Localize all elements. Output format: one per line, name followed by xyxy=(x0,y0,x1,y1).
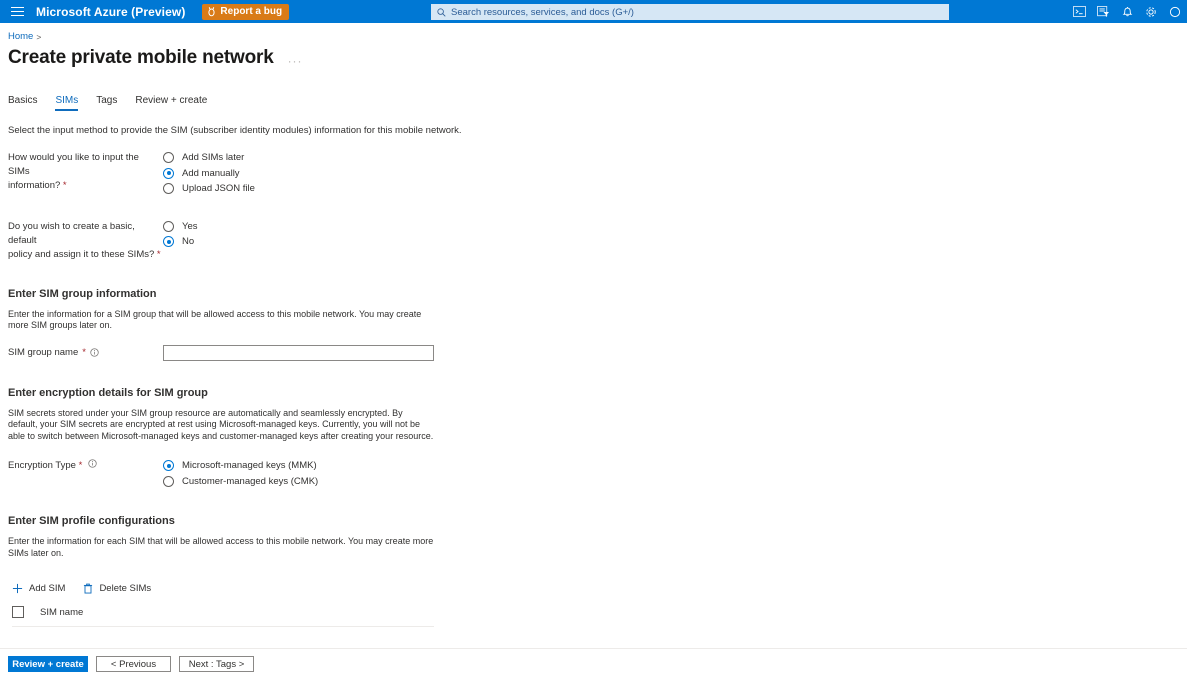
next-tags-button[interactable]: Next : Tags > xyxy=(179,656,254,672)
radio-label: Add SIMs later xyxy=(182,152,245,164)
radio-icon[interactable] xyxy=(163,152,174,164)
page-title: Create private mobile network xyxy=(8,47,274,68)
select-all-checkbox[interactable] xyxy=(12,606,24,618)
required-asterisk: * xyxy=(78,460,83,471)
radio-icon[interactable] xyxy=(163,183,174,195)
tab-sims[interactable]: SIMs xyxy=(46,95,87,111)
radio-label: Upload JSON file xyxy=(182,183,255,195)
radio-icon-selected[interactable] xyxy=(163,460,174,472)
input-method-label-line2: information? xyxy=(8,180,61,191)
encryption-type-radio-group: Microsoft-managed keys (MMK) Customer-ma… xyxy=(163,458,1187,489)
radio-label: Yes xyxy=(182,220,198,232)
intro-text: Select the input method to provide the S… xyxy=(8,125,462,136)
radio-upload-json-file[interactable]: Upload JSON file xyxy=(163,181,1187,197)
tab-tags[interactable]: Tags xyxy=(87,95,126,111)
encryption-type-label: Encryption Type * xyxy=(8,458,163,489)
radio-microsoft-managed-keys[interactable]: Microsoft-managed keys (MMK) xyxy=(163,458,1187,474)
radio-add-manually[interactable]: Add manually xyxy=(163,166,1187,182)
wizard-tabs: Basics SIMs Tags Review + create xyxy=(8,90,1187,111)
brand-title[interactable]: Microsoft Azure (Preview) xyxy=(36,5,185,19)
plus-icon xyxy=(12,583,23,594)
default-policy-row: Do you wish to create a basic, default p… xyxy=(8,219,1187,262)
info-icon[interactable] xyxy=(90,348,99,357)
tab-basics[interactable]: Basics xyxy=(8,95,46,111)
input-method-label: How would you like to input the SIMs inf… xyxy=(8,150,163,197)
delete-sims-label: Delete SIMs xyxy=(99,583,152,594)
add-sim-button[interactable]: Add SIM xyxy=(12,583,65,594)
radio-label: Microsoft-managed keys (MMK) xyxy=(182,460,317,472)
sim-profiles-heading: Enter SIM profile configurations xyxy=(8,515,175,527)
required-asterisk: * xyxy=(82,347,86,358)
settings-gear-icon[interactable] xyxy=(1139,0,1163,23)
required-asterisk: * xyxy=(62,180,67,191)
radio-icon-selected[interactable] xyxy=(163,167,174,179)
radio-customer-managed-keys[interactable]: Customer-managed keys (CMK) xyxy=(163,474,1187,490)
notifications-bell-icon[interactable] xyxy=(1115,0,1139,23)
input-method-row: How would you like to input the SIMs inf… xyxy=(8,150,1187,197)
sim-group-name-input[interactable] xyxy=(163,344,434,361)
report-a-bug-label: Report a bug xyxy=(220,6,283,17)
delete-sims-button[interactable]: Delete SIMs xyxy=(83,583,151,594)
encryption-type-label-text: Encryption Type xyxy=(8,460,76,471)
more-menu-icon[interactable]: ··· xyxy=(288,49,303,68)
breadcrumb-home[interactable]: Home xyxy=(8,31,33,42)
sim-table-command-bar: Add SIM Delete SIMs xyxy=(12,583,1187,594)
search-icon xyxy=(437,7,446,17)
sim-group-name-label: SIM group name * xyxy=(8,347,163,358)
hamburger-icon[interactable] xyxy=(0,0,34,23)
radio-label: Add manually xyxy=(182,167,240,179)
report-a-bug-button[interactable]: Report a bug xyxy=(202,3,290,20)
footer-divider xyxy=(0,648,1187,649)
breadcrumb-separator: > xyxy=(36,31,42,42)
tab-review-create[interactable]: Review + create xyxy=(126,95,216,111)
radio-label: Customer-managed keys (CMK) xyxy=(182,475,319,487)
wizard-footer: Review + create < Previous Next : Tags > xyxy=(8,656,254,672)
directory-filter-icon[interactable] xyxy=(1091,0,1115,23)
radio-label: No xyxy=(182,236,195,248)
input-method-radio-group: Add SIMs later Add manually Upload JSON … xyxy=(163,150,1187,197)
default-policy-label-line2: policy and assign it to these SIMs? xyxy=(8,248,155,260)
required-asterisk: * xyxy=(156,248,161,260)
radio-add-sims-later[interactable]: Add SIMs later xyxy=(163,150,1187,166)
page-content: Home > Create private mobile network ···… xyxy=(0,23,1187,627)
sim-group-name-row: SIM group name * xyxy=(8,344,1187,361)
sim-group-heading: Enter SIM group information xyxy=(8,287,157,300)
radio-policy-yes[interactable]: Yes xyxy=(163,219,1187,235)
review-create-button[interactable]: Review + create xyxy=(8,656,88,672)
encryption-heading: Enter encryption details for SIM group xyxy=(8,386,208,399)
global-search[interactable] xyxy=(431,4,949,20)
previous-button[interactable]: < Previous xyxy=(96,656,171,672)
encryption-type-row: Encryption Type * Microsoft-managed keys… xyxy=(8,458,1187,489)
breadcrumb: Home > xyxy=(8,31,1187,42)
sim-group-description: Enter the information for a SIM group th… xyxy=(8,308,422,331)
encryption-description: SIM secrets stored under your SIM group … xyxy=(8,407,434,441)
cloud-shell-icon[interactable] xyxy=(1067,0,1091,23)
radio-policy-no[interactable]: No xyxy=(163,234,1187,250)
default-policy-radio-group: Yes No xyxy=(163,219,1187,262)
page-title-row: Create private mobile network ··· xyxy=(8,47,1187,69)
radio-icon[interactable] xyxy=(163,220,174,232)
top-bar-icons xyxy=(1067,0,1187,23)
bug-icon xyxy=(208,7,216,17)
radio-icon[interactable] xyxy=(163,475,174,487)
radio-icon-selected[interactable] xyxy=(163,236,174,248)
info-icon[interactable] xyxy=(88,459,97,468)
input-method-label-line1: How would you like to input the SIMs xyxy=(8,152,139,177)
help-icon[interactable] xyxy=(1163,0,1187,23)
add-sim-label: Add SIM xyxy=(29,583,66,594)
column-header-sim-name: SIM name xyxy=(40,606,84,618)
sim-table-header: SIM name xyxy=(12,606,434,627)
search-input[interactable] xyxy=(451,6,931,18)
default-policy-label: Do you wish to create a basic, default p… xyxy=(8,219,163,262)
sim-profiles-description: Enter the information for each SIM that … xyxy=(8,536,434,558)
azure-top-bar: Microsoft Azure (Preview) Report a bug xyxy=(0,0,1187,23)
trash-icon xyxy=(84,583,93,594)
sim-group-name-label-text: SIM group name xyxy=(8,347,79,358)
default-policy-label-line1: Do you wish to create a basic, default xyxy=(8,220,135,246)
